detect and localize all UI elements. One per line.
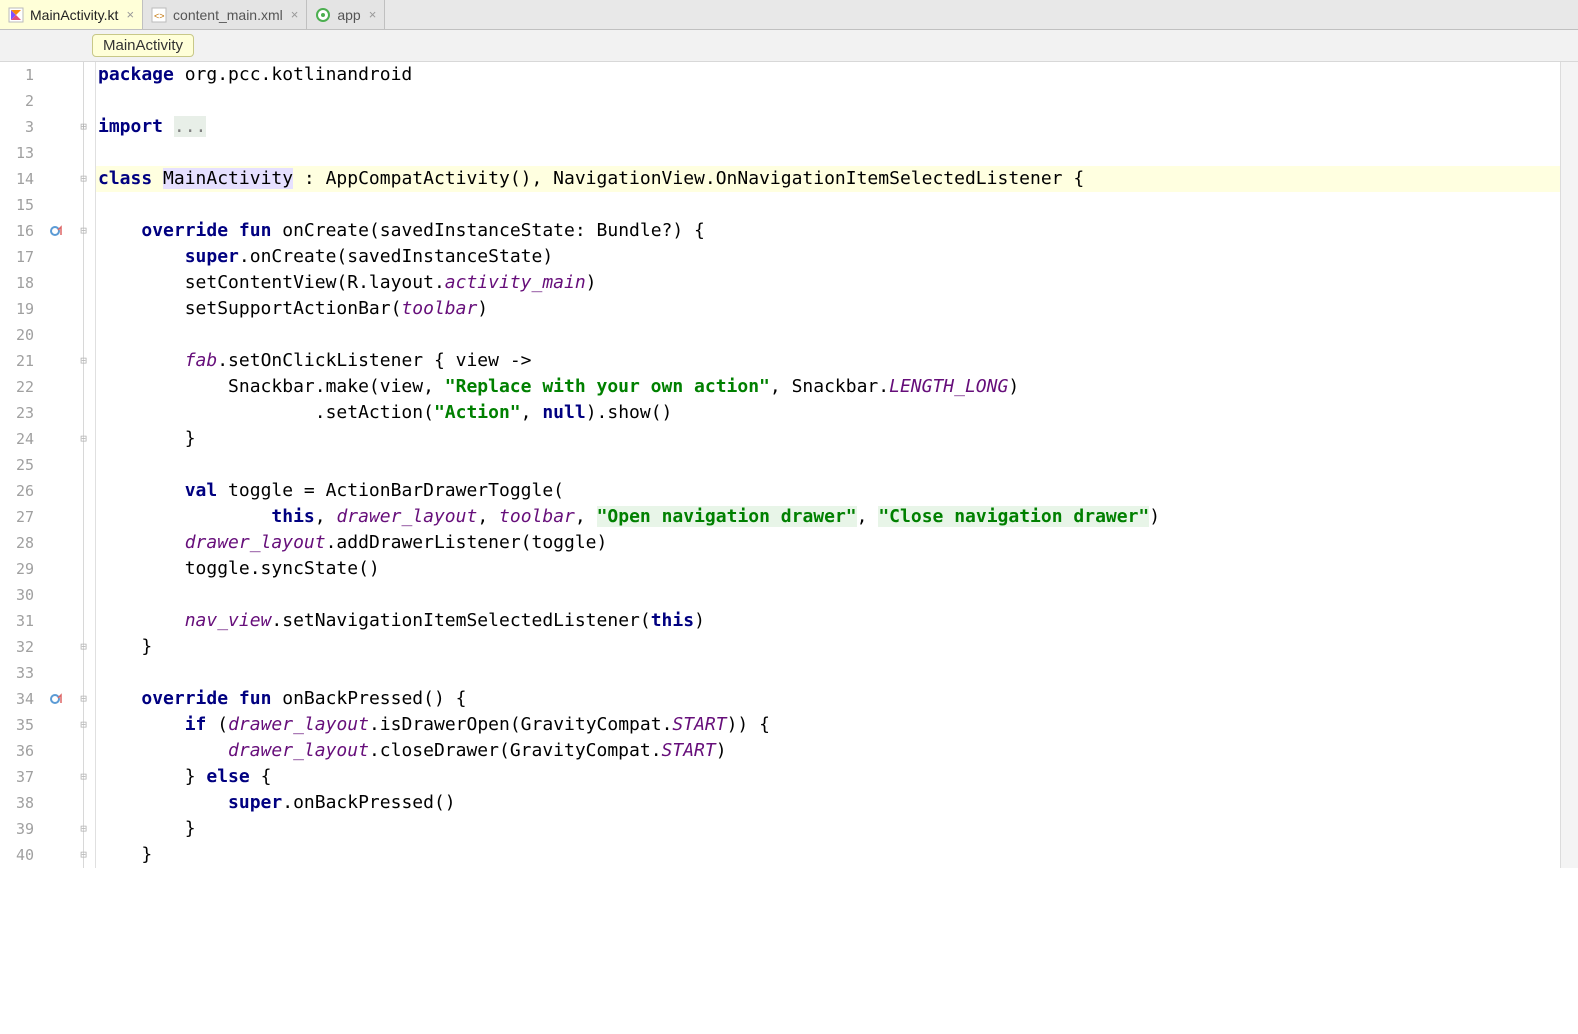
line-number[interactable]: 24 [0, 426, 34, 452]
fold-collapse-icon[interactable]: ⊟ [76, 691, 91, 706]
line-number[interactable]: 33 [0, 660, 34, 686]
fold-collapse-icon[interactable]: ⊟ [76, 717, 91, 732]
line-number[interactable]: 27 [0, 504, 34, 530]
kotlin-file-icon [8, 7, 24, 23]
line-number[interactable]: 36 [0, 738, 34, 764]
tab-app[interactable]: app × [307, 0, 385, 29]
line-number[interactable]: 13 [0, 140, 34, 166]
line-number[interactable]: 2 [0, 88, 34, 114]
gutter-markers [42, 62, 72, 868]
fold-end-icon[interactable]: ⊟ [76, 847, 91, 862]
line-number[interactable]: 21 [0, 348, 34, 374]
tab-content-main-xml[interactable]: <> content_main.xml × [143, 0, 307, 29]
line-number[interactable]: 40 [0, 842, 34, 868]
line-number[interactable]: 28 [0, 530, 34, 556]
line-number[interactable]: 37 [0, 764, 34, 790]
line-number[interactable]: 17 [0, 244, 34, 270]
line-number[interactable]: 32 [0, 634, 34, 660]
line-number[interactable]: 22 [0, 374, 34, 400]
fold-collapse-icon[interactable]: ⊟ [76, 223, 91, 238]
line-number[interactable]: 16 [0, 218, 34, 244]
fold-end-icon[interactable]: ⊟ [76, 639, 91, 654]
fold-collapse-icon[interactable]: ⊟ [76, 353, 91, 368]
line-number[interactable]: 3 [0, 114, 34, 140]
code-editor: 1 2 3 13 14 15 16 17 18 19 20 21 22 23 2… [0, 62, 1578, 868]
close-icon[interactable]: × [291, 7, 299, 22]
override-marker-icon[interactable] [42, 218, 72, 244]
code-area[interactable]: package org.pcc.kotlinandroid import ...… [96, 62, 1560, 868]
fold-end-icon[interactable]: ⊟ [76, 821, 91, 836]
close-icon[interactable]: × [369, 7, 377, 22]
fold-collapse-icon[interactable]: ⊟ [76, 769, 91, 784]
line-number[interactable]: 19 [0, 296, 34, 322]
line-number[interactable]: 39 [0, 816, 34, 842]
line-number[interactable]: 18 [0, 270, 34, 296]
error-stripe[interactable] [1560, 62, 1578, 868]
fold-expand-icon[interactable]: ⊞ [76, 119, 91, 134]
android-module-icon [315, 7, 331, 23]
xml-file-icon: <> [151, 7, 167, 23]
fold-collapse-icon[interactable]: ⊟ [76, 171, 91, 186]
tab-label: app [337, 7, 360, 23]
line-number-gutter: 1 2 3 13 14 15 16 17 18 19 20 21 22 23 2… [0, 62, 42, 868]
line-number[interactable]: 1 [0, 62, 34, 88]
line-number[interactable]: 15 [0, 192, 34, 218]
line-number[interactable]: 20 [0, 322, 34, 348]
line-number[interactable]: 14 [0, 166, 34, 192]
line-number[interactable]: 31 [0, 608, 34, 634]
fold-column: ⊞ ⊟ ⊟ ⊟ ⊟ ⊟ ⊟ ⊟ ⊟ ⊟ ⊟ [72, 62, 96, 868]
editor-tab-bar: MainActivity.kt × <> content_main.xml × … [0, 0, 1578, 30]
line-number[interactable]: 29 [0, 556, 34, 582]
close-icon[interactable]: × [126, 7, 134, 22]
breadcrumb-bar: MainActivity [0, 30, 1578, 62]
line-number[interactable]: 25 [0, 452, 34, 478]
override-marker-icon[interactable] [42, 686, 72, 712]
line-number[interactable]: 34 [0, 686, 34, 712]
line-number[interactable]: 38 [0, 790, 34, 816]
line-number[interactable]: 35 [0, 712, 34, 738]
tab-label: content_main.xml [173, 7, 283, 23]
fold-end-icon[interactable]: ⊟ [76, 431, 91, 446]
line-number[interactable]: 30 [0, 582, 34, 608]
tab-label: MainActivity.kt [30, 7, 118, 23]
tab-mainactivity[interactable]: MainActivity.kt × [0, 0, 143, 29]
line-number[interactable]: 23 [0, 400, 34, 426]
breadcrumb-class[interactable]: MainActivity [92, 34, 194, 57]
line-number[interactable]: 26 [0, 478, 34, 504]
svg-text:<>: <> [154, 11, 165, 21]
